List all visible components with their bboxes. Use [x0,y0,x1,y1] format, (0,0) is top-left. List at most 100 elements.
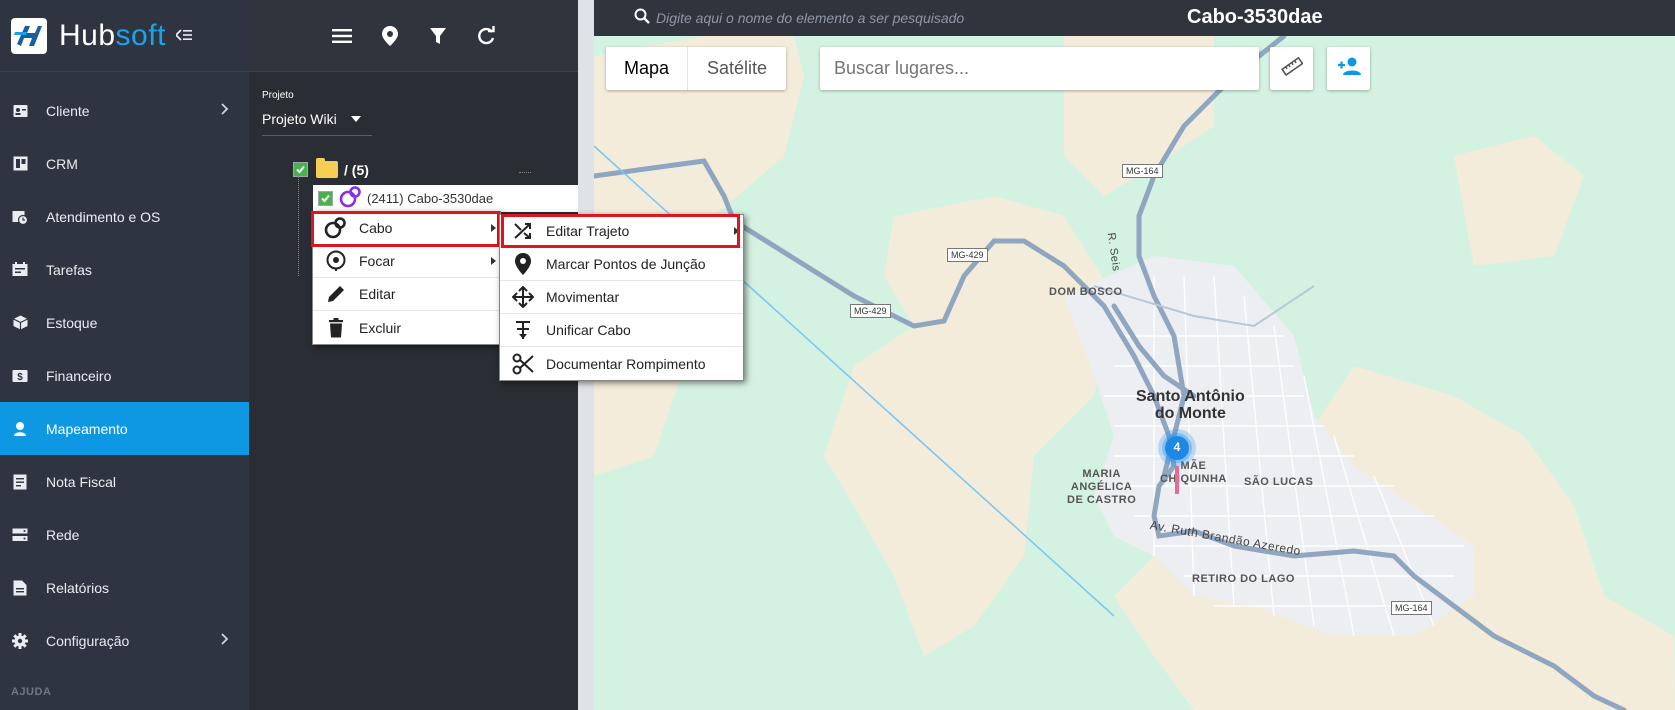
cable-segment[interactable] [1175,466,1179,494]
hubsoft-logo-icon[interactable] [11,17,47,54]
context_menu-item-excluir[interactable]: Excluir [313,311,500,344]
refresh-icon[interactable] [475,25,497,47]
road-badge-mg429: MG-429 [947,248,988,262]
menu-item-label: Editar [359,286,396,302]
map-canvas[interactable]: MG-164 MG-429 MG-429 MG-429 MG-164 DOM B… [594,36,1675,710]
menu-item-label: Marcar Pontos de Junção [546,256,706,272]
cable-icon [313,216,359,240]
shuffle-icon [500,221,546,241]
menu-item-label: Unificar Cabo [546,322,631,338]
submenu-item-marcar-pontos-de-juncao[interactable]: Marcar Pontos de Junção [500,248,743,281]
ruler-button[interactable] [1270,47,1313,90]
caret-right-icon [734,227,739,235]
context_menu-item-focar[interactable]: Focar [313,245,500,278]
svg-text:$: $ [17,372,23,383]
sidebar-item-label: Mapeamento [46,420,128,437]
tree-connector [519,172,531,173]
cluster-count: 4 [1173,440,1181,454]
map-topbar: Digite aqui o nome do elemento a ser pes… [594,0,1675,36]
sidebar-item-nota-fiscal[interactable]: Nota Fiscal [0,455,249,508]
ruler-icon [1280,55,1304,82]
element-search-input[interactable]: Digite aqui o nome do elemento a ser pes… [656,10,964,26]
person-card-icon [12,103,28,119]
sidebar-item-relatorios[interactable]: Relatórios [0,561,249,614]
map-label-dom-bosco: DOM BOSCO [1049,286,1123,298]
city-label-line2: do Monte [1154,405,1226,422]
location-pin-icon[interactable] [379,25,401,47]
sidebar-item-financeiro[interactable]: $ Financeiro [0,349,249,402]
move-arrows-icon [500,286,546,308]
caret-right-icon [491,257,496,265]
menu-item-label: Movimentar [546,289,620,305]
road-badge-mg164: MG-164 [1122,164,1163,178]
sidebar-item-label: Atendimento e OS [46,208,161,225]
search-icon [634,8,650,29]
sidebar-item-label: Relatórios [46,579,110,596]
submenu-item-documentar-rompimento[interactable]: Documentar Rompimento [500,347,743,380]
tree-node-cable[interactable]: (2411) Cabo-3530dae [313,185,578,212]
gear-icon [12,632,28,649]
map-type-satellite-button[interactable]: Satélite [687,47,786,90]
brand-part2: soft [115,18,166,52]
menu-item-label: Documentar Rompimento [546,355,706,372]
submenu-item-unificar-cabo[interactable]: Unificar Cabo [500,314,743,347]
tree-node-label: (2411) Cabo-3530dae [367,191,494,206]
context_menu-item-cabo[interactable]: Cabo [313,212,500,245]
chevron-right-icon [221,102,229,120]
caret-right-icon [491,224,496,232]
tree-connector-vertical [298,176,299,276]
sidebar-item-estoque[interactable]: Estoque [0,296,249,349]
sidebar-item-mapeamento[interactable]: Mapeamento [0,402,249,455]
target-pin-icon [313,250,359,272]
sidebar-item-cliente[interactable]: Cliente [0,84,249,137]
filter-icon[interactable] [427,25,449,47]
server-icon [12,527,28,543]
calendar-clock-icon [12,209,28,225]
map-cluster-marker[interactable]: 4 [1157,428,1197,468]
sidebar-item-label: Financeiro [46,367,112,384]
places-search-input[interactable]: Buscar lugares... [820,47,1259,90]
sidebar-item-crm[interactable]: CRM [0,137,249,190]
menu-item-label: Excluir [359,319,402,336]
city-label-line1: Santo Antônio [1136,388,1245,405]
sidebar: Hubsoft Cliente CRM Atendimento e OS Tarefa… [0,0,249,710]
submenu-item-movimentar[interactable]: Movimentar [500,281,743,314]
map-label-retiro-do-lago: RETIRO DO LAGO [1192,573,1295,585]
collapse-menu-icon[interactable] [174,25,192,46]
map-type-map-button[interactable]: Mapa [606,47,687,90]
task-board-icon [12,262,28,278]
brand-wordmark: Hubsoft [59,19,166,53]
add-user-button[interactable] [1327,47,1370,90]
submenu-item-editar-trajeto[interactable]: Editar Trajeto [500,215,743,248]
sidebar-item-label: Rede [46,526,80,543]
checkbox-checked-icon[interactable] [318,191,333,206]
map-pin-person-icon [12,421,28,437]
sidebar-item-configuracao[interactable]: Configuração [0,614,249,667]
map-city-label: Santo Antônio do Monte [1136,388,1245,422]
map-label-mae-line2: CHIQUINHA [1160,473,1227,485]
sidebar-item-label: CRM [46,155,78,172]
money-icon: $ [12,368,28,384]
tree-root-folder[interactable]: / (5) [293,158,369,178]
road-badge-mg164: MG-164 [1391,601,1432,615]
board-icon [12,156,28,172]
menu-icon[interactable] [331,25,353,47]
checkbox-checked-icon[interactable] [293,162,308,177]
report-icon [12,580,28,596]
invoice-icon [12,474,28,490]
project-select[interactable]: Projeto Wiki [262,111,372,136]
sidebar-item-rede[interactable]: Rede [0,508,249,561]
map-label-maria-line3: DE CASTRO [1067,494,1137,506]
scissors-icon [500,353,546,375]
road-badge-mg429: MG-429 [850,304,891,318]
map-type-control: Mapa Satélite [606,47,787,90]
cable-icon [339,185,363,212]
context_menu-item-editar[interactable]: Editar [313,278,500,311]
help-section-label: AJUDA [11,686,52,698]
map-background [594,36,1675,710]
map-label-sao-lucas: SÃO LUCAS [1244,476,1314,488]
sidebar-item-tarefas[interactable]: Tarefas [0,243,249,296]
context-menu: Cabo Focar Editar Excluir [312,211,501,345]
chevron-right-icon [221,632,229,650]
sidebar-item-atendimento-e-os[interactable]: Atendimento e OS [0,190,249,243]
